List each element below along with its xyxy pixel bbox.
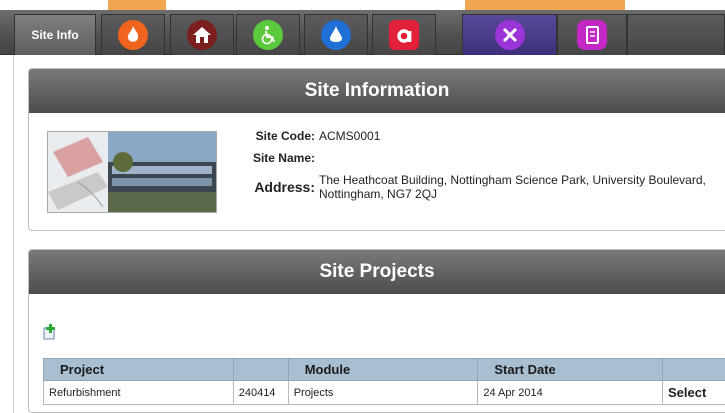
column-header-project: Project: [43, 358, 234, 381]
notebook-icon: [577, 20, 607, 50]
tab-empty: [627, 14, 725, 55]
select-link[interactable]: Select: [662, 380, 725, 405]
add-project-icon[interactable]: [43, 324, 57, 340]
wheelchair-icon: [253, 20, 283, 50]
column-header-action: [662, 358, 725, 381]
projects-table: Project Module Start Date Refurbishment …: [43, 358, 725, 405]
tab-bar: Site Info: [0, 10, 725, 55]
tab-accessibility[interactable]: [236, 14, 300, 55]
fire-icon: [118, 20, 148, 50]
tab-water[interactable]: [304, 14, 368, 55]
site-information-panel: Site Information Site Code: ACMS0001 Sit…: [28, 68, 725, 231]
site-code-value: ACMS0001: [319, 129, 381, 143]
project-id-cell: 240414: [232, 380, 289, 405]
address-value: The Heathcoat Building, Nottingham Scien…: [319, 173, 706, 201]
tab-asbestos[interactable]: [372, 14, 436, 55]
module-cell: Projects: [287, 380, 479, 405]
tab-notes[interactable]: [557, 14, 627, 55]
tools-icon: [494, 20, 525, 50]
tab-site-info[interactable]: Site Info: [14, 14, 96, 55]
tab-maintenance[interactable]: [462, 14, 557, 55]
tab-accent: [108, 0, 166, 10]
site-name-value: [319, 151, 719, 165]
sidebar-divider: [13, 55, 14, 413]
site-details: Site Code: ACMS0001 Site Name: Address: …: [219, 129, 719, 209]
project-cell: Refurbishment: [43, 380, 234, 405]
site-name-label: Site Name:: [252, 151, 315, 165]
table-row: Refurbishment 240414 Projects 24 Apr 201…: [43, 380, 725, 405]
asbestos-a-icon: [389, 20, 419, 50]
column-header-start-date: Start Date: [477, 358, 663, 381]
tab-fire[interactable]: [101, 14, 165, 55]
address-label: Address:: [254, 179, 315, 195]
site-information-title: Site Information: [29, 69, 725, 113]
water-drop-icon: [321, 20, 351, 50]
site-code-label: Site Code:: [255, 129, 315, 143]
tab-building[interactable]: [170, 14, 234, 55]
tab-site-info-label: Site Info: [31, 28, 79, 42]
column-header-id: [232, 358, 289, 381]
house-icon: [187, 20, 217, 50]
site-thumbnail[interactable]: [47, 131, 217, 213]
column-header-module: Module: [287, 358, 479, 381]
table-header-row: Project Module Start Date: [43, 358, 725, 381]
site-projects-panel: Site Projects Project Module Start Date …: [28, 249, 725, 413]
start-date-cell: 24 Apr 2014: [477, 380, 663, 405]
tab-accent: [465, 0, 625, 10]
site-projects-title: Site Projects: [29, 250, 725, 294]
